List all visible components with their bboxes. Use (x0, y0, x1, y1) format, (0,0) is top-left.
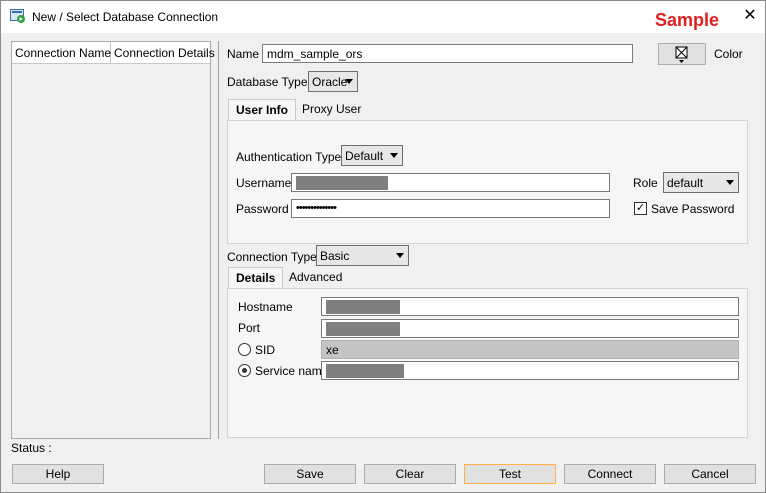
authentication-type-label: Authentication Type (236, 150, 342, 164)
database-connection-icon (10, 9, 25, 23)
connection-type-select[interactable]: Basic (316, 245, 409, 266)
chevron-down-icon (345, 79, 353, 84)
hostname-label: Hostname (238, 300, 293, 314)
service-name-input[interactable] (321, 361, 739, 380)
connection-type-value: Basic (320, 249, 350, 263)
chevron-down-icon (726, 180, 734, 185)
connect-button[interactable]: Connect (564, 464, 656, 484)
title-bar: New / Select Database Connection Sample … (1, 1, 765, 33)
username-label: Username (236, 176, 292, 190)
authentication-type-select[interactable]: Default (341, 145, 403, 166)
color-button[interactable] (658, 43, 706, 65)
port-input[interactable] (321, 319, 739, 338)
sid-radio[interactable] (238, 343, 251, 356)
test-button[interactable]: Test (464, 464, 556, 484)
port-label: Port (238, 321, 261, 335)
database-type-value: Oracle (312, 75, 348, 89)
service-name-label: Service name (255, 364, 329, 378)
redacted-value (326, 364, 404, 378)
redacted-value (326, 322, 400, 336)
database-type-label: Database Type (227, 75, 308, 89)
sid-label: SID (255, 343, 276, 357)
tab-user-info[interactable]: User Info (228, 99, 297, 121)
connection-type-label: Connection Type (227, 250, 317, 264)
split-divider[interactable] (218, 41, 219, 439)
role-select[interactable]: default (663, 172, 739, 193)
status-label: Status : (11, 441, 52, 455)
authentication-type-value: Default (345, 149, 384, 163)
column-connection-details[interactable]: Connection Details (111, 42, 215, 63)
connection-list-header: Connection Name Connection Details (12, 42, 215, 64)
password-input[interactable]: •••••••••••••• (291, 199, 610, 218)
chevron-down-icon (396, 253, 404, 258)
close-icon[interactable]: ✕ (739, 6, 761, 28)
password-label: Password (236, 202, 289, 216)
sid-input[interactable]: xe (321, 340, 739, 359)
role-label: Role (633, 176, 658, 190)
chevron-down-icon (390, 153, 398, 158)
save-button[interactable]: Save (264, 464, 356, 484)
username-input[interactable] (291, 173, 610, 192)
sample-label: Sample (655, 10, 720, 30)
connection-list[interactable]: Connection Name Connection Details (11, 41, 215, 439)
window-title: New / Select Database Connection (32, 10, 219, 24)
hostname-input[interactable] (321, 297, 739, 316)
help-button[interactable]: Help (12, 464, 104, 484)
role-value: default (667, 176, 704, 190)
service-name-radio[interactable] (238, 364, 251, 377)
column-connection-name[interactable]: Connection Name (12, 42, 111, 63)
connection-dialog: New / Select Database Connection Sample … (0, 0, 766, 493)
tab-details[interactable]: Details (228, 267, 284, 289)
save-password-checkbox[interactable]: ✓ (634, 202, 647, 215)
save-password-label: Save Password (651, 202, 735, 216)
name-label: Name (227, 47, 260, 61)
tab-advanced[interactable]: Advanced (282, 267, 349, 289)
clear-button[interactable]: Clear (364, 464, 456, 484)
name-input[interactable]: mdm_sample_ors (262, 44, 633, 63)
tab-proxy-user[interactable]: Proxy User (295, 99, 368, 121)
redacted-value (296, 176, 388, 190)
color-label: Color (714, 47, 743, 61)
color-picker-icon (675, 46, 688, 63)
cancel-button[interactable]: Cancel (664, 464, 756, 484)
redacted-value (326, 300, 400, 314)
database-type-select[interactable]: Oracle (308, 71, 358, 92)
